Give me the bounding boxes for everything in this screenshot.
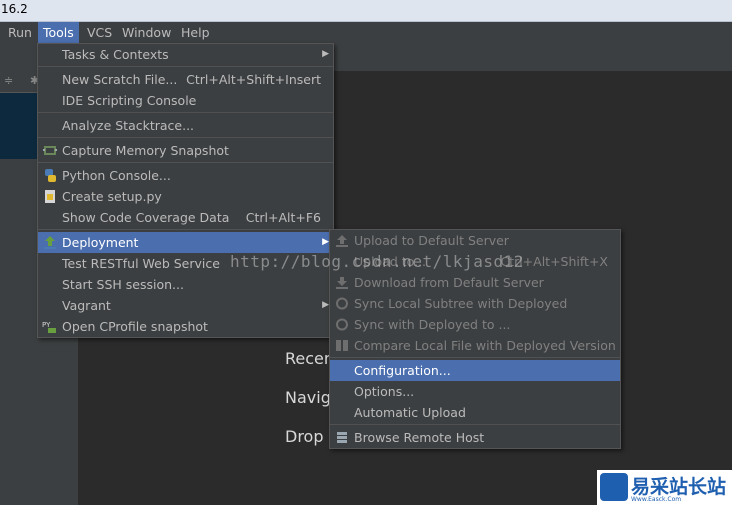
separator bbox=[38, 66, 333, 67]
menu-item-open-cprofile[interactable]: PY Open CProfile snapshot bbox=[38, 316, 333, 337]
python-icon bbox=[45, 169, 56, 182]
menu-item-label: New Scratch File... bbox=[62, 72, 178, 87]
watermark-text: http://blog.csdn.net/lkjasd12 bbox=[230, 252, 524, 271]
menu-item-browse-remote-host[interactable]: Browse Remote Host bbox=[330, 427, 620, 448]
menu-item-automatic-upload[interactable]: Automatic Upload bbox=[330, 402, 620, 423]
menu-item-sync-with-deployed[interactable]: Sync with Deployed to ... bbox=[330, 314, 620, 335]
menu-item-configuration[interactable]: Configuration... bbox=[330, 360, 620, 381]
shortcut: Ctrl+Alt+Shift+Insert bbox=[186, 72, 321, 87]
separator bbox=[330, 357, 620, 358]
shortcut: Ctrl+Alt+F6 bbox=[245, 210, 321, 225]
menu-item-ide-scripting-console[interactable]: IDE Scripting Console bbox=[38, 90, 333, 111]
menu-item-label: Browse Remote Host bbox=[354, 430, 485, 445]
menu-item-label: Configuration... bbox=[354, 363, 451, 378]
submenu-arrow-icon: ▶ bbox=[322, 49, 329, 59]
logo-subtext: Www.Easck.Com bbox=[631, 496, 682, 503]
menu-item-upload-default[interactable]: Upload to Default Server bbox=[330, 230, 620, 251]
menu-item-create-setup-py[interactable]: Create setup.py bbox=[38, 186, 333, 207]
download-icon bbox=[336, 277, 348, 289]
menu-item-label: Download from Default Server bbox=[354, 275, 544, 290]
menu-item-sync-local-subtree[interactable]: Sync Local Subtree with Deployed bbox=[330, 293, 620, 314]
menu-item-label: Start SSH session... bbox=[62, 277, 184, 292]
menu-item-new-scratch-file[interactable]: New Scratch File... Ctrl+Alt+Shift+Inser… bbox=[38, 69, 333, 90]
menu-tools[interactable]: Tools bbox=[38, 22, 79, 43]
menu-item-tasks-contexts[interactable]: Tasks & Contexts ▶ bbox=[38, 44, 333, 65]
python-file-icon bbox=[45, 190, 55, 203]
menu-item-capture-memory-snapshot[interactable]: Capture Memory Snapshot bbox=[38, 140, 333, 161]
hint-drop: Drop bbox=[285, 427, 324, 446]
tools-menu: Tasks & Contexts ▶ New Scratch File... C… bbox=[37, 43, 334, 338]
menu-item-analyze-stacktrace[interactable]: Analyze Stacktrace... bbox=[38, 115, 333, 136]
collapse-icon[interactable]: ≑ bbox=[4, 74, 16, 87]
menu-help[interactable]: Help bbox=[176, 22, 215, 43]
hint-recent: Recen bbox=[285, 349, 335, 368]
sync-icon bbox=[336, 297, 348, 310]
menu-item-label: Compare Local File with Deployed Version bbox=[354, 338, 616, 353]
deployment-icon bbox=[44, 236, 56, 249]
menu-window[interactable]: Window bbox=[117, 22, 176, 43]
separator bbox=[38, 162, 333, 163]
menu-item-vagrant[interactable]: Vagrant ▶ bbox=[38, 295, 333, 316]
menu-bar: Run Tools VCS Window Help bbox=[0, 22, 732, 44]
cprofile-icon: PY bbox=[42, 321, 56, 333]
menu-vcs[interactable]: VCS bbox=[82, 22, 117, 43]
menu-item-label: Capture Memory Snapshot bbox=[62, 143, 229, 158]
submenu-arrow-icon: ▶ bbox=[322, 237, 329, 247]
remote-host-icon bbox=[337, 432, 347, 443]
menu-item-download-default[interactable]: Download from Default Server bbox=[330, 272, 620, 293]
svg-text:PY: PY bbox=[42, 321, 51, 329]
menu-item-show-code-coverage[interactable]: Show Code Coverage Data Ctrl+Alt+F6 bbox=[38, 207, 333, 228]
menu-item-label: Test RESTful Web Service bbox=[62, 256, 220, 271]
window-title: 16.2 bbox=[1, 2, 28, 16]
menu-item-python-console[interactable]: Python Console... bbox=[38, 165, 333, 186]
menu-item-label: Options... bbox=[354, 384, 415, 399]
menu-item-label: Open CProfile snapshot bbox=[62, 319, 208, 334]
menu-item-label: Tasks & Contexts bbox=[62, 47, 169, 62]
menu-item-deployment[interactable]: Deployment ▶ bbox=[38, 232, 333, 253]
menu-item-label: Python Console... bbox=[62, 168, 171, 183]
menu-item-compare-local-file[interactable]: Compare Local File with Deployed Version bbox=[330, 335, 620, 356]
menu-item-label: IDE Scripting Console bbox=[62, 93, 197, 108]
menu-item-label: Show Code Coverage Data bbox=[62, 210, 230, 225]
sync-icon bbox=[336, 318, 348, 331]
menu-item-start-ssh[interactable]: Start SSH session... bbox=[38, 274, 333, 295]
memory-snapshot-icon bbox=[43, 146, 57, 155]
site-logo: 易采站长站 Www.Easck.Com bbox=[597, 470, 732, 505]
menu-item-label: Automatic Upload bbox=[354, 405, 466, 420]
menu-item-options[interactable]: Options... bbox=[330, 381, 620, 402]
menu-item-label: Vagrant bbox=[62, 298, 111, 313]
submenu-arrow-icon: ▶ bbox=[322, 300, 329, 310]
menu-item-label: Sync with Deployed to ... bbox=[354, 317, 511, 332]
menu-item-label: Upload to Default Server bbox=[354, 233, 509, 248]
menu-item-label: Create setup.py bbox=[62, 189, 162, 204]
separator bbox=[38, 137, 333, 138]
hint-navigate: Navig bbox=[285, 388, 331, 407]
menu-item-label: Analyze Stacktrace... bbox=[62, 118, 195, 133]
compare-icon bbox=[336, 340, 348, 351]
upload-icon bbox=[336, 235, 348, 247]
menu-item-label: Sync Local Subtree with Deployed bbox=[354, 296, 568, 311]
menu-run[interactable]: Run bbox=[3, 22, 37, 43]
menu-item-label: Deployment bbox=[62, 235, 139, 250]
separator bbox=[38, 112, 333, 113]
logo-text: 易采站长站 bbox=[631, 476, 727, 498]
separator bbox=[38, 229, 333, 230]
separator bbox=[330, 424, 620, 425]
title-bar: 16.2 bbox=[0, 0, 732, 22]
logo-mark-icon bbox=[600, 473, 628, 501]
